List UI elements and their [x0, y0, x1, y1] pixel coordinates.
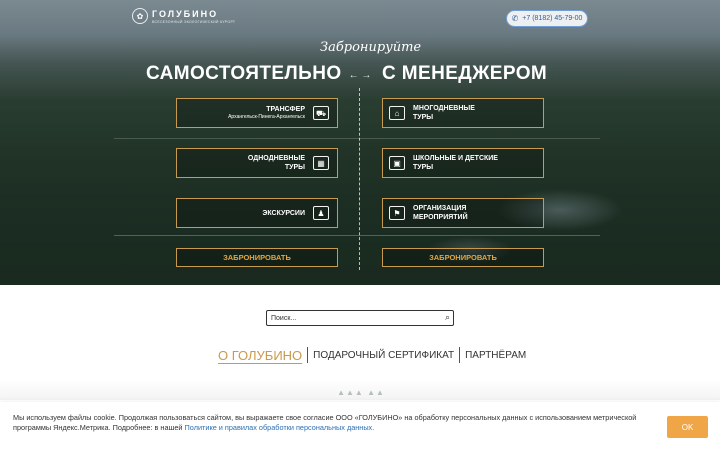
- divider: [359, 88, 360, 270]
- tab-partners[interactable]: ПАРТНЁРАМ: [460, 350, 531, 361]
- phone-icon: ✆: [511, 14, 519, 23]
- logo-name: ГОЛУБИНО: [152, 8, 219, 19]
- tab-about[interactable]: О ГОЛУБИНО: [218, 348, 307, 363]
- self-booking-heading: САМОСТОЯТЕЛЬНО: [146, 63, 342, 84]
- card-excursions[interactable]: ЭКСКУРСИИ ♟: [176, 198, 338, 228]
- card-subtitle: Архангельск-Пинега-Архангельск: [228, 114, 305, 120]
- card-one-day-tours[interactable]: ОДНОДНЕВНЫЕ ТУРЫ ▦: [176, 148, 338, 178]
- card-school-tours[interactable]: ▣ ШКОЛЬНЫЕ И ДЕТСКИЕ ТУРЫ: [382, 148, 544, 178]
- book-self-button[interactable]: ЗАБРОНИРОВАТЬ: [176, 248, 338, 267]
- card-title: ЭКСКУРСИИ: [262, 209, 305, 217]
- guide-icon: ♟: [313, 206, 329, 220]
- tab-gift-certificate[interactable]: ПОДАРОЧНЫЙ СЕРТИФИКАТ: [308, 350, 459, 361]
- bus-icon: ⛟: [313, 106, 329, 120]
- card-title: ТРАНСФЕР: [266, 106, 305, 113]
- divider: [114, 138, 600, 139]
- privacy-policy-link[interactable]: Политике и правилах обработки персональн…: [185, 423, 375, 432]
- card-title: ОРГАНИЗАЦИЯ МЕРОПРИЯТИЙ: [413, 205, 468, 221]
- section-tabs: О ГОЛУБИНО ПОДАРОЧНЫЙ СЕРТИФИКАТ ПАРТНЁР…: [218, 347, 531, 363]
- house-icon: ⌂: [389, 106, 405, 120]
- logo[interactable]: ✿ ГОЛУБИНО ВСЕСЕЗОННЫЙ ЭКОЛОГИЧЕСКИЙ КУР…: [132, 8, 235, 24]
- trees-decoration: ▲▲▲ ▲▲: [337, 388, 385, 397]
- card-title: МНОГОДНЕВНЫЕ ТУРЫ: [413, 105, 475, 121]
- book-script-title: Забронируйте: [320, 40, 422, 55]
- phone-button[interactable]: ✆ +7 (8182) 45-79-00: [506, 10, 588, 27]
- search-box: ⌕: [266, 310, 454, 326]
- arrows-icon: ← →: [348, 70, 372, 81]
- card-multi-day-tours[interactable]: ⌂ МНОГОДНЕВНЫЕ ТУРЫ: [382, 98, 544, 128]
- event-icon: ⚑: [389, 206, 405, 220]
- card-title: ШКОЛЬНЫЕ И ДЕТСКИЕ ТУРЫ: [413, 155, 498, 171]
- logo-subtitle: ВСЕСЕЗОННЫЙ ЭКОЛОГИЧЕСКИЙ КУРОРТ: [152, 19, 236, 24]
- search-input[interactable]: [271, 314, 431, 322]
- backpack-icon: ▣: [389, 156, 405, 170]
- hero-banner: ✿ ГОЛУБИНО ВСЕСЕЗОННЫЙ ЭКОЛОГИЧЕСКИЙ КУР…: [0, 0, 720, 285]
- book-manager-button[interactable]: ЗАБРОНИРОВАТЬ: [382, 248, 544, 267]
- logo-emblem-icon: ✿: [132, 8, 148, 24]
- search-icon[interactable]: ⌕: [445, 312, 450, 323]
- manager-booking-heading: С МЕНЕДЖЕРОМ: [382, 63, 548, 84]
- card-transfer[interactable]: ТРАНСФЕР Архангельск-Пинега-Архангельск …: [176, 98, 338, 128]
- cookie-text: Мы используем файлы cookie. Продолжая по…: [13, 413, 653, 433]
- card-title: ОДНОДНЕВНЫЕ ТУРЫ: [247, 155, 305, 171]
- card-events[interactable]: ⚑ ОРГАНИЗАЦИЯ МЕРОПРИЯТИЙ: [382, 198, 544, 228]
- calendar-icon: ▦: [313, 156, 329, 170]
- cookie-banner: Мы используем файлы cookie. Продолжая по…: [0, 402, 720, 450]
- cookie-ok-button[interactable]: OK: [667, 416, 708, 438]
- divider: [114, 235, 600, 236]
- phone-number: +7 (8182) 45-79-00: [522, 15, 583, 22]
